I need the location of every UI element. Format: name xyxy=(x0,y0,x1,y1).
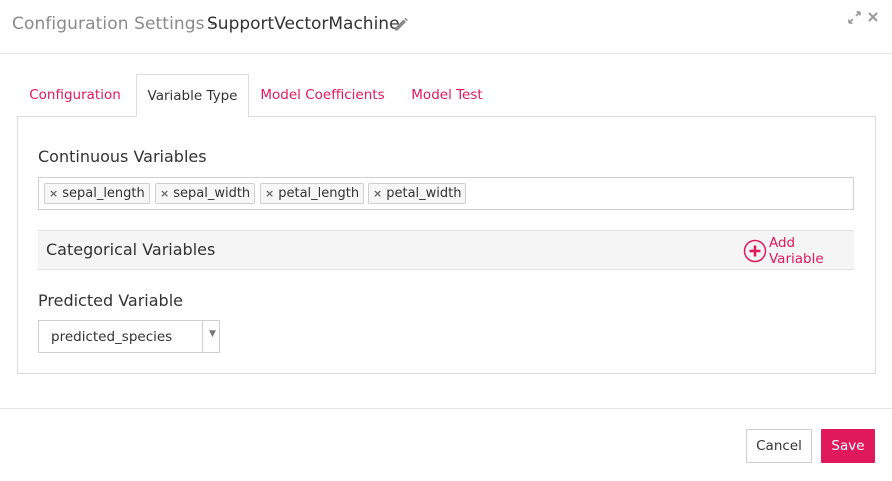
variable-tag-label: sepal_width xyxy=(173,186,251,201)
close-icon[interactable] xyxy=(867,11,879,23)
predicted-variable-label: Predicted Variable xyxy=(38,291,183,310)
continuous-variables-input[interactable]: × sepal_length × sepal_width × petal_length… xyxy=(38,177,854,210)
variable-tag: × sepal_width xyxy=(155,183,256,204)
select-divider xyxy=(202,321,203,352)
plus-circle-icon xyxy=(743,239,767,263)
x-icon[interactable]: × xyxy=(49,184,58,203)
x-icon[interactable]: × xyxy=(373,184,382,203)
cancel-button[interactable]: Cancel xyxy=(746,429,812,463)
variable-tag-label: petal_length xyxy=(278,186,360,201)
x-icon[interactable]: × xyxy=(160,184,169,203)
variable-type-panel: Continuous Variables × sepal_length × sepa… xyxy=(17,116,876,374)
predicted-variable-value: predicted_species xyxy=(51,329,173,345)
dialog-header: Configuration Settings - SupportVectorMa… xyxy=(0,0,892,54)
save-button[interactable]: Save xyxy=(821,429,875,463)
predicted-variable-select[interactable]: predicted_species ▼ xyxy=(38,320,220,353)
variable-tag-label: petal_width xyxy=(386,186,462,201)
variable-tag: × sepal_length xyxy=(44,183,150,204)
variable-tag: × petal_width xyxy=(368,183,467,204)
caret-down-icon: ▼ xyxy=(209,329,216,339)
add-variable-label: Add Variable xyxy=(768,235,824,267)
tab-configuration[interactable]: Configuration xyxy=(17,74,133,117)
add-variable-button[interactable]: Add Variable xyxy=(743,235,854,267)
categorical-variables-bar: Categorical Variables Add Variable xyxy=(38,230,854,270)
model-name: SupportVectorMachine xyxy=(207,14,400,34)
expand-icon[interactable] xyxy=(848,11,861,24)
categorical-variables-label: Categorical Variables xyxy=(46,240,216,259)
tab-variable-type[interactable]: Variable Type xyxy=(136,74,249,117)
pencil-icon[interactable] xyxy=(392,16,410,34)
footer-divider xyxy=(0,408,892,409)
variable-tag: × petal_length xyxy=(260,183,365,204)
x-icon[interactable]: × xyxy=(265,184,274,203)
variable-tag-label: sepal_length xyxy=(62,186,145,201)
tab-model-test[interactable]: Model Test xyxy=(397,74,497,117)
continuous-variables-label: Continuous Variables xyxy=(38,147,207,166)
tab-model-coefficients[interactable]: Model Coefficients xyxy=(251,74,394,117)
dialog-title-prefix: Configuration Settings - xyxy=(12,14,217,34)
